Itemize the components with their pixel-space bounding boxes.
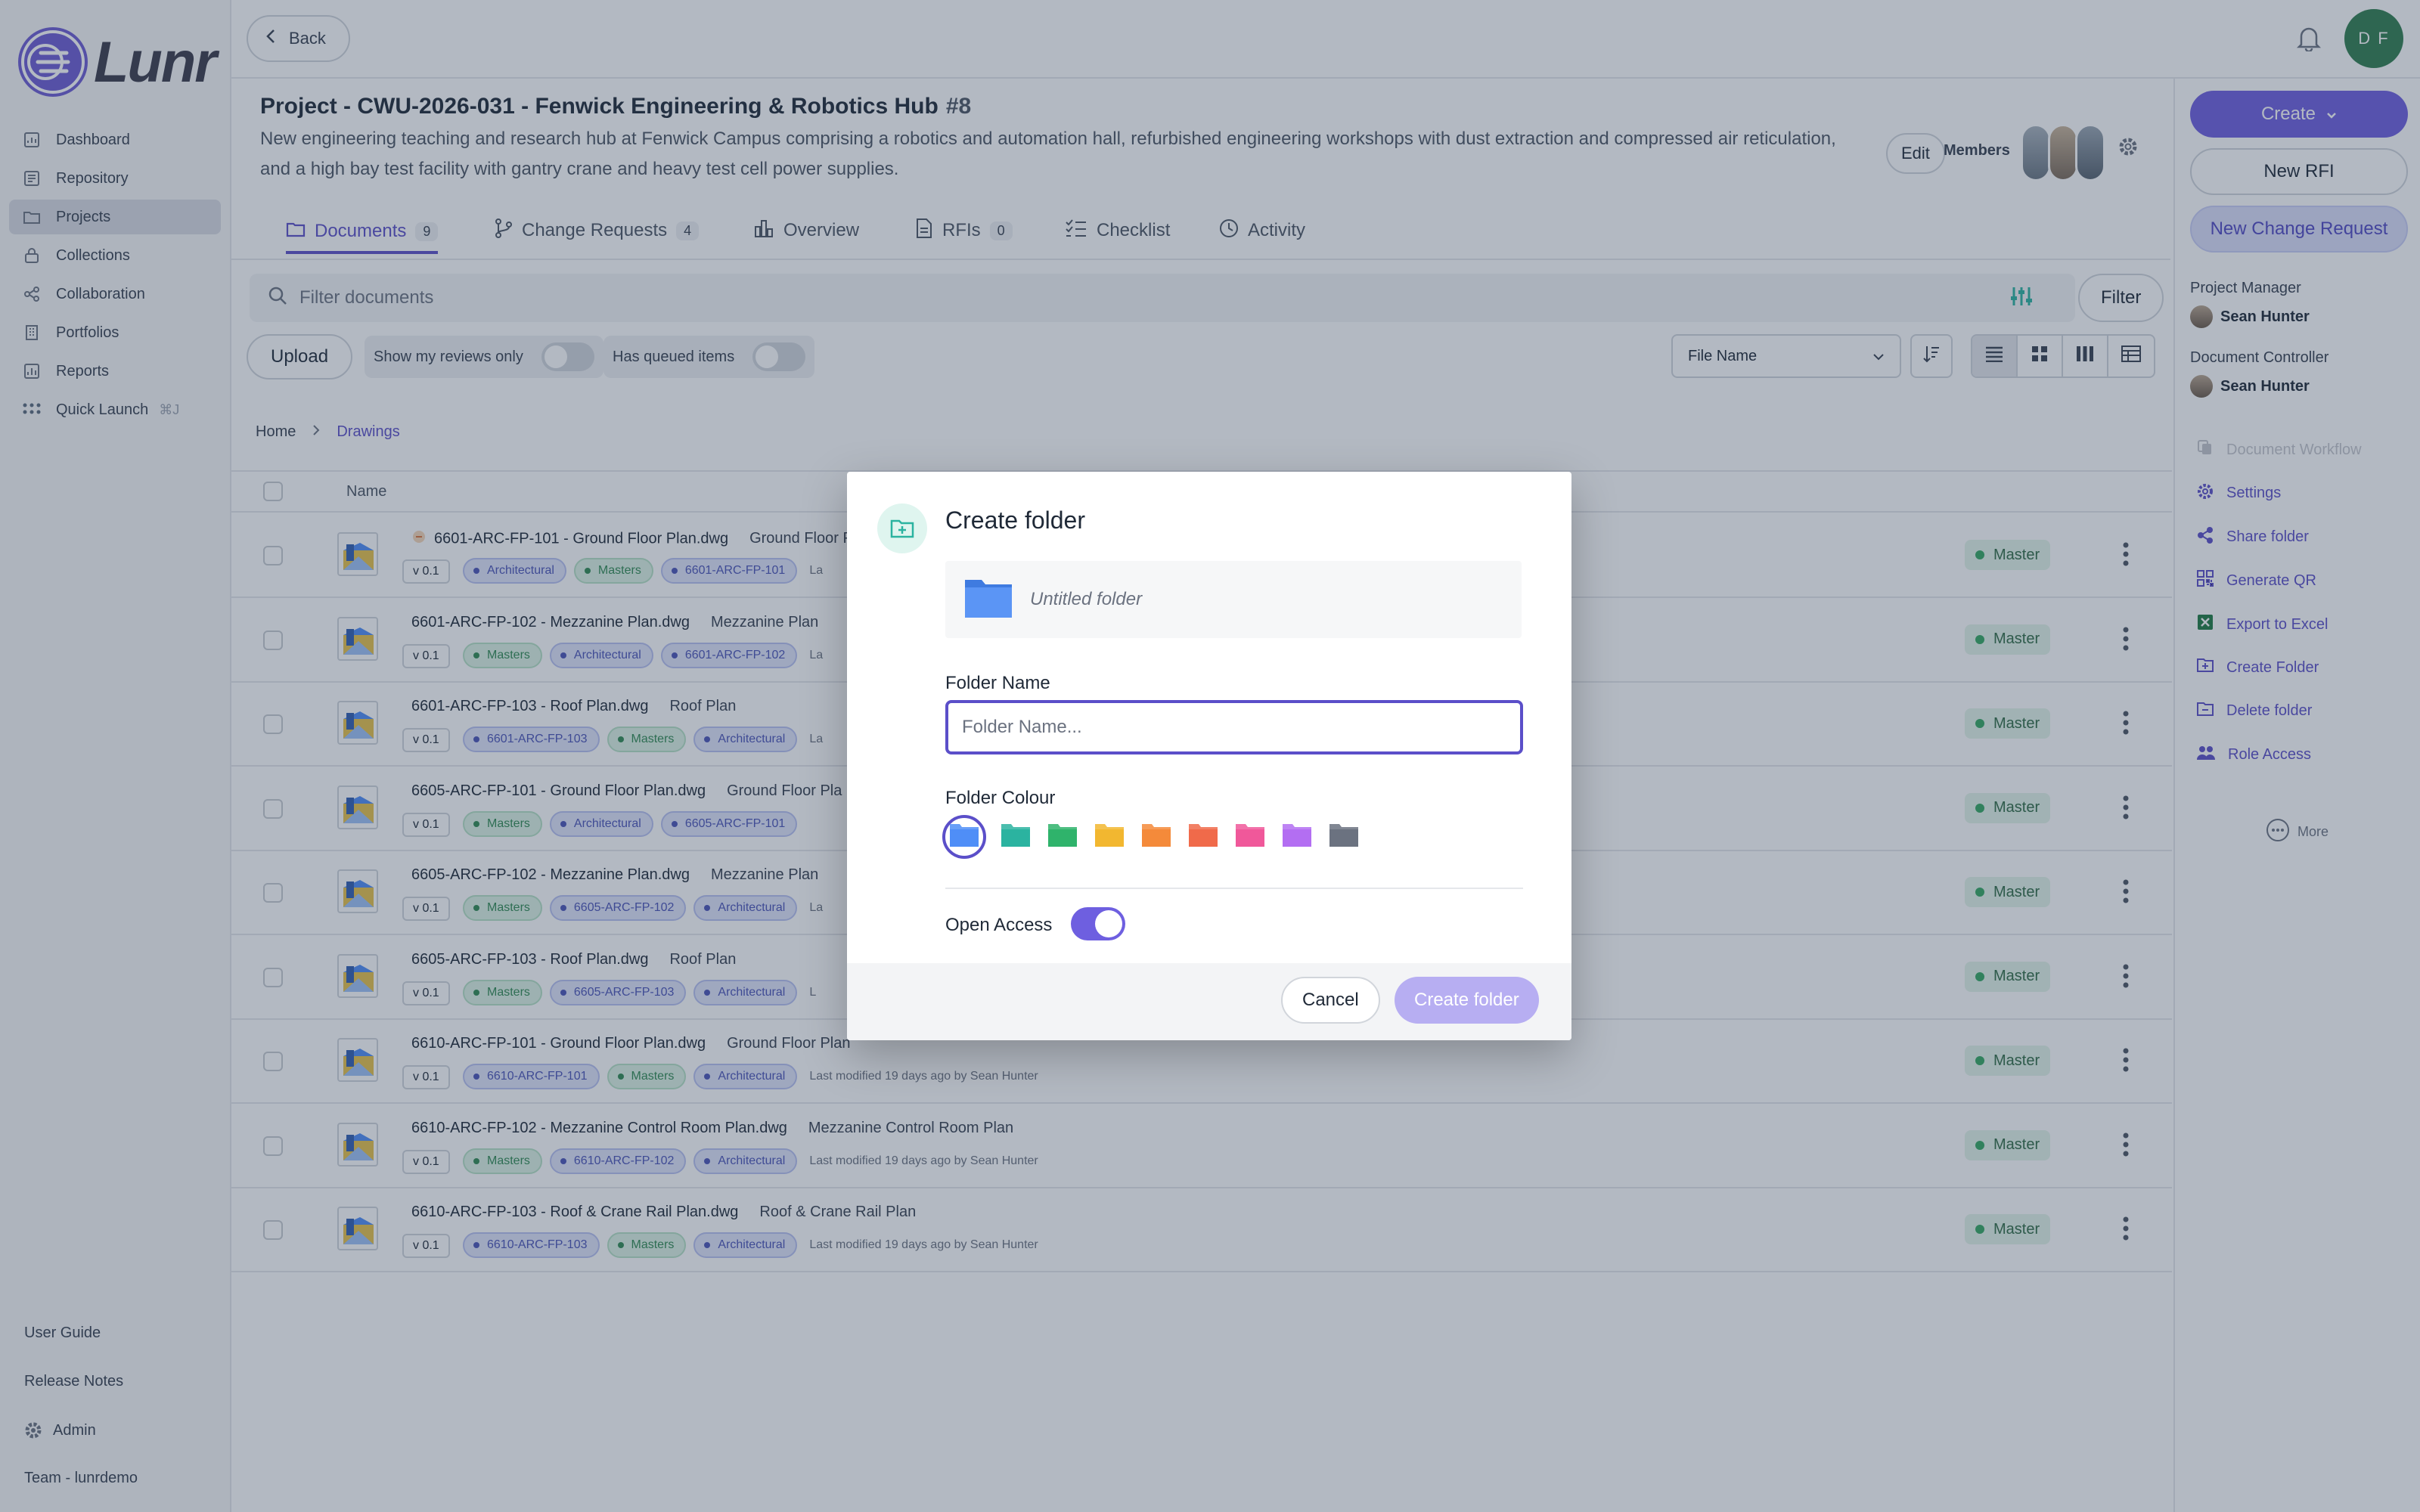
colour-swatch[interactable] [1233, 820, 1267, 854]
folder-preview-name: Untitled folder [1030, 589, 1143, 609]
colour-swatch[interactable] [1045, 820, 1080, 854]
dialog-footer: Cancel Create folder [847, 963, 1571, 1040]
folder-icon [1329, 822, 1359, 852]
folder-icon [1001, 822, 1031, 852]
folder-icon [1094, 822, 1125, 852]
folder-icon [963, 575, 1013, 624]
folder-plus-icon [877, 503, 927, 553]
colour-swatch[interactable] [1326, 820, 1361, 854]
open-access-label: Open Access [945, 915, 1053, 935]
folder-icon [949, 822, 979, 852]
cancel-button[interactable]: Cancel [1281, 977, 1380, 1024]
colour-swatch[interactable] [1186, 820, 1221, 854]
dialog-title: Create folder [945, 507, 1085, 534]
divider [945, 888, 1523, 889]
folder-icon [1282, 822, 1312, 852]
folder-icon [1047, 822, 1078, 852]
colour-swatch[interactable] [1092, 820, 1127, 854]
folder-icon [1188, 822, 1218, 852]
open-access-toggle[interactable] [1071, 907, 1125, 940]
folder-preview: Untitled folder [945, 561, 1522, 638]
colour-swatches [942, 815, 1361, 859]
create-folder-dialog: Create folder Untitled folder Folder Nam… [847, 472, 1571, 1040]
folder-name-input[interactable] [945, 700, 1523, 754]
folder-icon [1235, 822, 1265, 852]
create-folder-button[interactable]: Create folder [1395, 977, 1539, 1024]
colour-swatch[interactable] [1280, 820, 1314, 854]
colour-swatch[interactable] [1139, 820, 1174, 854]
folder-colour-label: Folder Colour [945, 788, 1056, 808]
colour-swatch[interactable] [942, 815, 986, 859]
folder-icon [1141, 822, 1171, 852]
folder-name-label: Folder Name [945, 673, 1050, 693]
colour-swatch[interactable] [998, 820, 1033, 854]
